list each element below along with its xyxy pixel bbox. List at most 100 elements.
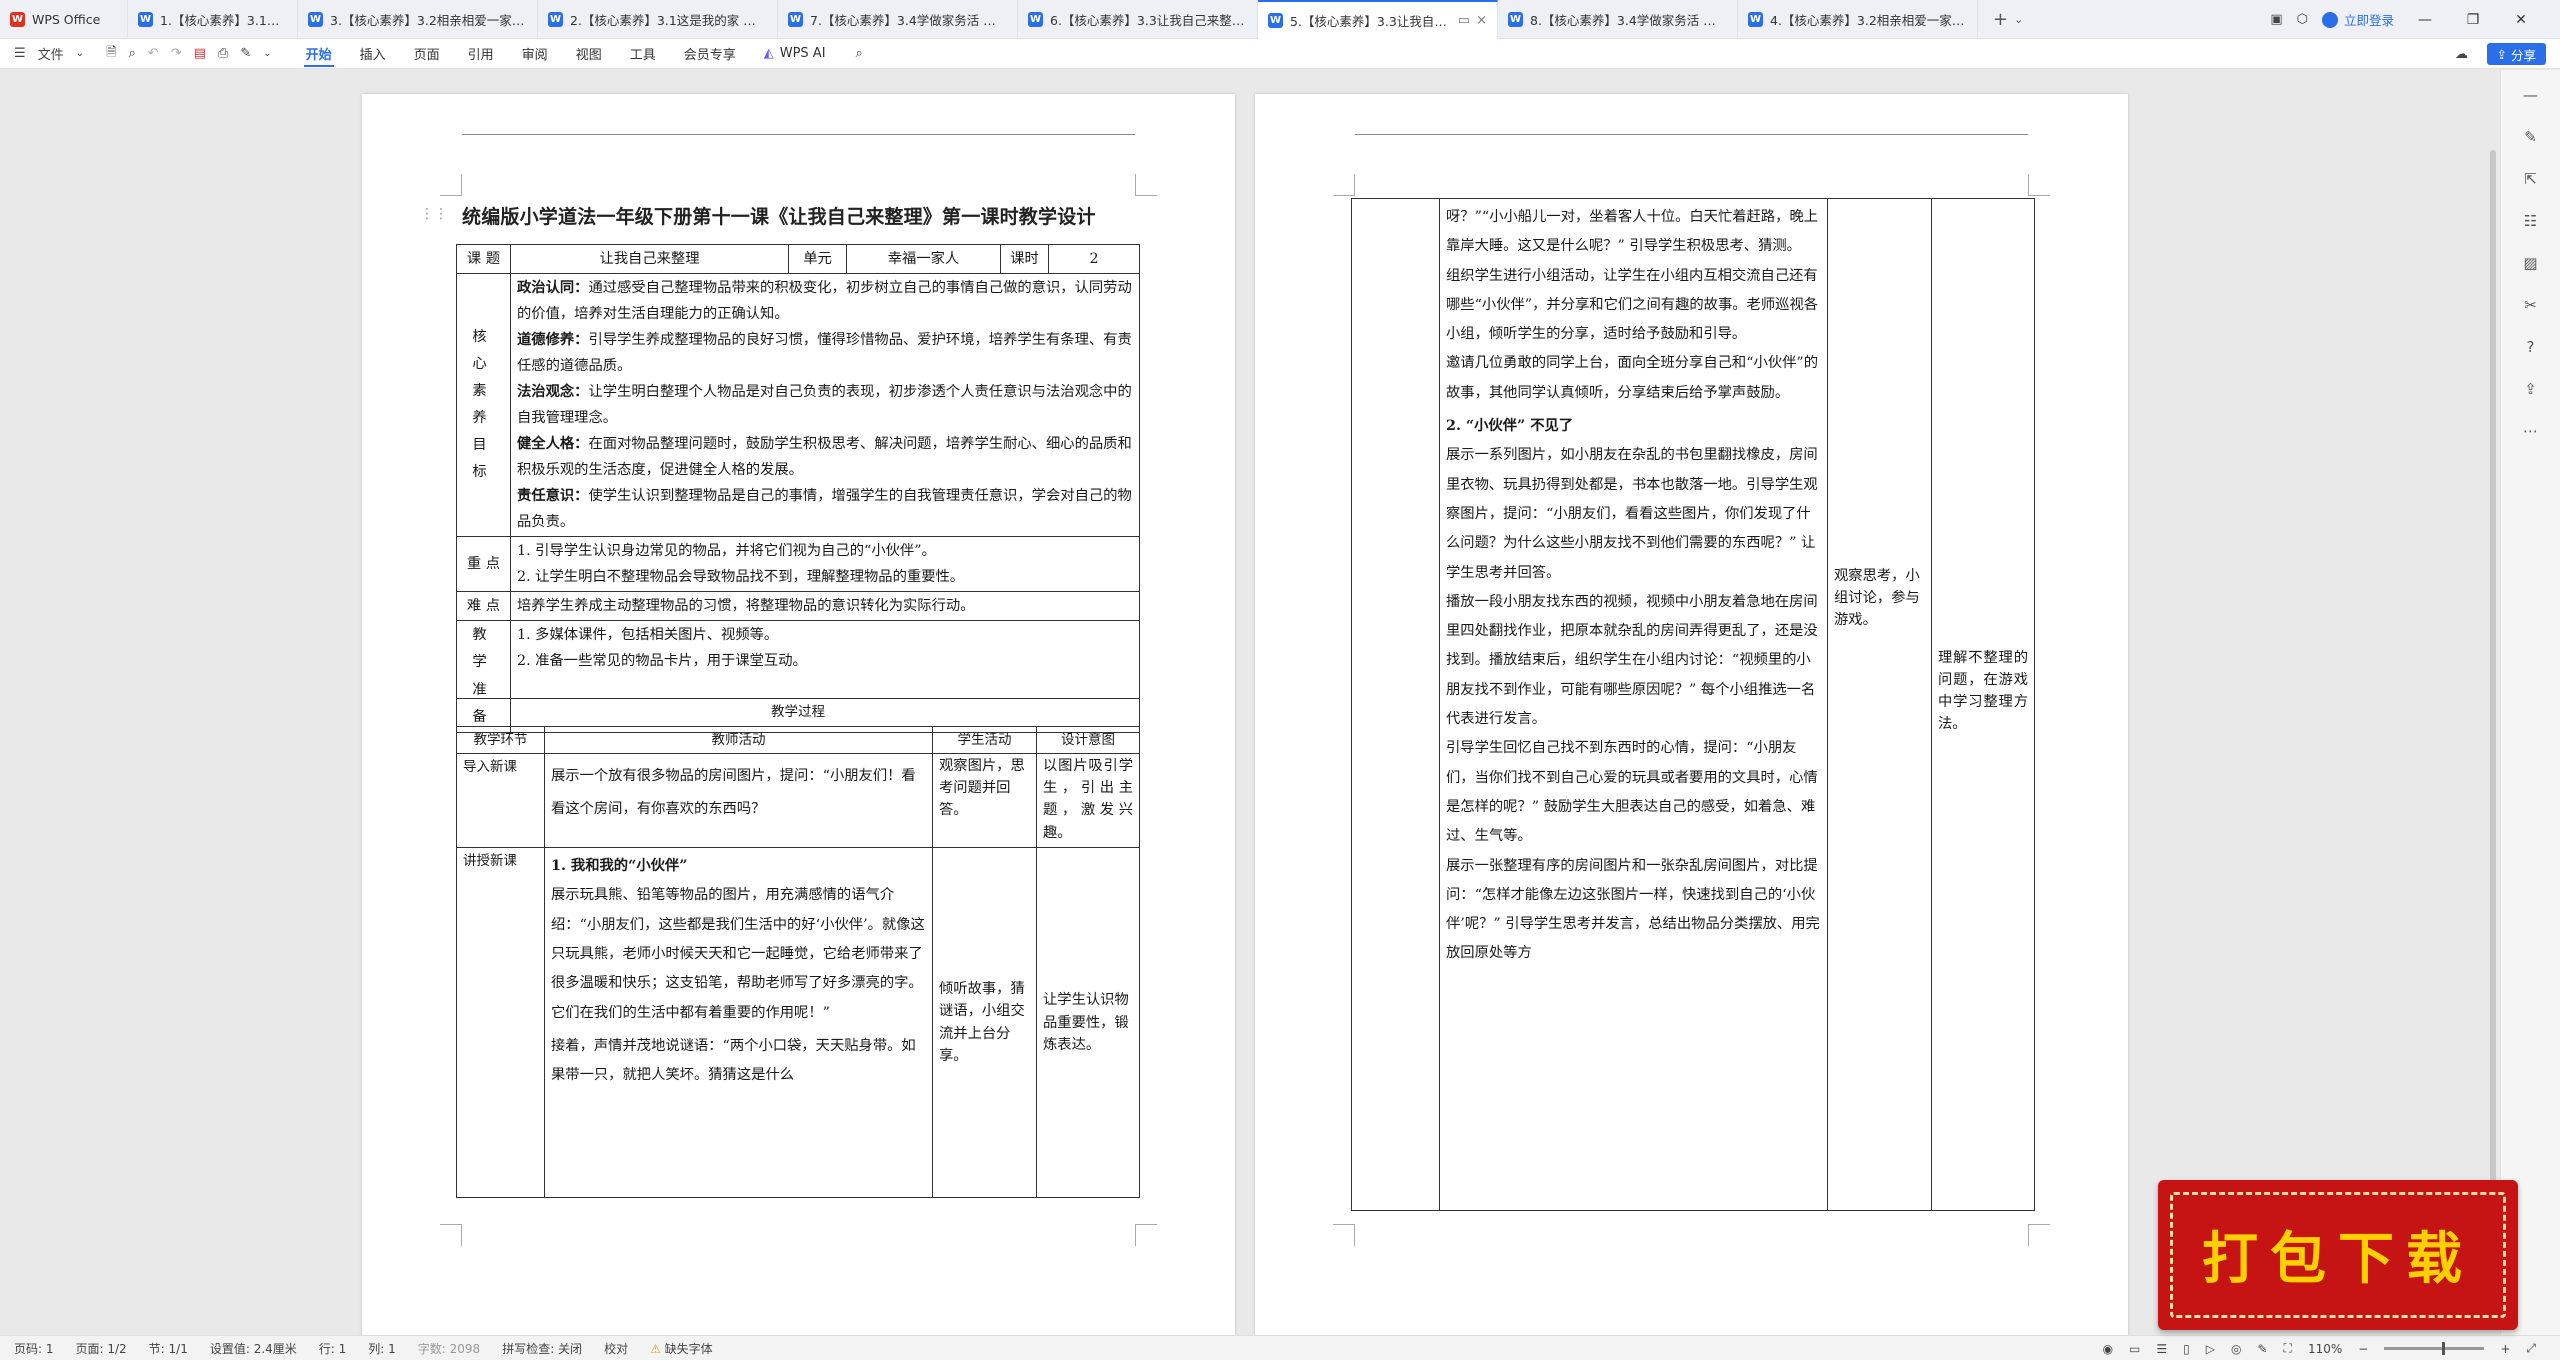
word-doc-icon: W	[1508, 11, 1523, 27]
page-2[interactable]: 呀？”“小小船儿一对，坐着客人十位。白天忙着赶路，晚上靠岸大睡。这又是什么呢？”…	[1255, 94, 2128, 1360]
outline-view-icon[interactable]: ☰	[2156, 1342, 2167, 1356]
goal-head: 法治观念：	[517, 384, 589, 401]
fullscreen-icon[interactable]: ⤢	[2526, 1341, 2536, 1356]
skin-icon[interactable]: ⬡	[2297, 12, 2308, 27]
redo-icon[interactable]: ↷	[165, 39, 188, 69]
tab-insert[interactable]: 插入	[346, 39, 400, 69]
page-1[interactable]: ⋮⋮ 统编版小学道法一年级下册第十一课《让我自己来整理》第一课时教学设计 课 题…	[362, 94, 1235, 1360]
help-icon[interactable]: ?	[2527, 338, 2535, 356]
window-layout-icon[interactable]: ▣	[2270, 12, 2282, 27]
file-menu[interactable]: 文件	[32, 39, 70, 69]
missing-font[interactable]: 缺失字体	[650, 1340, 713, 1357]
screen-icon[interactable]: ▭	[1458, 13, 1470, 28]
unit-label: 单元	[788, 243, 847, 275]
row-indicator[interactable]: 行: 1	[319, 1340, 347, 1357]
column-indicator[interactable]: 列: 1	[368, 1340, 396, 1357]
key-point: 2. 让学生明白不整理物品会导致物品找不到，理解整理物品的重要性。	[517, 569, 965, 586]
wps-logo-icon: W	[10, 11, 25, 27]
reading-view-icon[interactable]: ▯	[2183, 1342, 2190, 1356]
doc-tab[interactable]: W 2.【核心素养】3.1这是我的家 第2课时	[538, 0, 778, 39]
spell-check[interactable]: 拼写检查: 关闭	[502, 1340, 582, 1357]
proofread[interactable]: 校对	[604, 1340, 628, 1357]
goal-item: 道德修养：引导学生养成整理物品的良好习惯，懂得珍惜物品、爱护环境，培养学生有条理…	[517, 327, 1133, 379]
more-icon[interactable]: ⋯	[2523, 422, 2538, 440]
goal-head: 道德修养：	[517, 332, 589, 349]
section-count[interactable]: 节: 1/1	[149, 1340, 188, 1357]
tools-icon[interactable]: ✂	[2524, 296, 2537, 314]
print-icon[interactable]: ⎙	[212, 39, 234, 69]
new-tab-button[interactable]: + ⌄	[1978, 9, 2038, 30]
chevron-down-icon[interactable]: ⌄	[70, 39, 90, 69]
doc-tab[interactable]: W 7.【核心素养】3.4学做家务活 第1课时	[778, 0, 1018, 39]
word-count[interactable]: 字数: 2098	[418, 1340, 480, 1357]
page-view-icon[interactable]: ▭	[2129, 1342, 2140, 1356]
doc-tab[interactable]: W 6.【核心素养】3.3让我自己来整理 第2课时	[1018, 0, 1258, 39]
pen-icon[interactable]: ✎	[2257, 1342, 2267, 1356]
tab-review[interactable]: 审阅	[508, 39, 562, 69]
word-doc-icon: W	[308, 11, 323, 27]
pdf-icon[interactable]: ▤	[188, 39, 212, 69]
web-view-icon[interactable]: ◎	[2231, 1342, 2241, 1356]
format-painter-icon[interactable]: ✎	[234, 39, 257, 69]
undo-icon[interactable]: ↶	[142, 39, 165, 69]
save-icon[interactable]: 🗎	[100, 39, 122, 69]
vertical-scrollbar[interactable]	[2490, 150, 2496, 1190]
doc-tab[interactable]: W 1.【核心素养】3.1这是我的家 第1课时	[128, 0, 298, 39]
tab-home[interactable]: 开始	[292, 39, 346, 69]
goal-head: 健全人格：	[517, 436, 589, 453]
search-icon[interactable]: ⌕	[850, 39, 869, 69]
chevron-down-icon: ⌄	[2013, 12, 2024, 26]
avatar-icon	[2321, 11, 2338, 28]
zoom-in-icon[interactable]: +	[2500, 1342, 2510, 1356]
menu-icon[interactable]: ☰	[8, 39, 32, 69]
tab-member[interactable]: 会员专享	[670, 39, 750, 69]
share-button[interactable]: ⇪ 分享	[2486, 43, 2546, 65]
fit-icon[interactable]: ⛶	[2284, 1341, 2292, 1356]
zoom-out-icon[interactable]: −	[2358, 1342, 2368, 1356]
setting-value[interactable]: 设置值: 2.4厘米	[210, 1340, 297, 1357]
close-tab-icon[interactable]: ×	[1476, 13, 1487, 28]
download-banner[interactable]: 打包下载	[2158, 1180, 2518, 1330]
process-table: 教学过程 教学环节 教师活动 学生活动 设计意图 导入新课 展示一个放有很多物品…	[456, 698, 1140, 1199]
tab-tools[interactable]: 工具	[616, 39, 670, 69]
zoom-slider[interactable]	[2384, 1342, 2485, 1355]
wps-window: W WPS Office W 1.【核心素养】3.1这是我的家 第1课时 W 3…	[0, 0, 2560, 1360]
header-teacher: 教师活动	[544, 725, 933, 755]
page-count[interactable]: 页面: 1/2	[76, 1340, 127, 1357]
doc-tab[interactable]: W 3.【核心素养】3.2相亲相爱一家人 第1课时	[298, 0, 538, 39]
tab-view[interactable]: 视图	[562, 39, 616, 69]
document-workspace[interactable]: ⋮⋮ 统编版小学道法一年级下册第十一课《让我自己来整理》第一课时教学设计 课 题…	[0, 70, 2500, 1360]
eye-icon[interactable]: ◉	[2103, 1342, 2113, 1356]
picture-icon[interactable]: ▨	[2523, 254, 2537, 272]
doc-tab[interactable]: W 4.【核心素养】3.2相亲相爱一家人 第2课时	[1738, 0, 1978, 39]
collapse-icon[interactable]: —	[2523, 86, 2538, 104]
goals-label-text: 核心素养目标	[472, 328, 496, 481]
doc-tab-label: 1.【核心素养】3.1这是我的家 第1课时	[160, 12, 287, 28]
find-icon[interactable]: ⌕	[123, 39, 142, 69]
chevron-down-icon[interactable]: ⌄	[257, 39, 277, 69]
prep-item: 1. 多媒体课件，包括相关图片、视频等。	[517, 627, 779, 644]
pen-icon[interactable]: ✎	[2524, 128, 2537, 146]
wps-home-tab[interactable]: W WPS Office	[0, 0, 128, 39]
minimize-icon[interactable]: —	[2408, 12, 2442, 28]
cloud-icon[interactable]: ☁	[2449, 39, 2474, 69]
page-number[interactable]: 页码: 1	[14, 1340, 54, 1357]
zoom-level[interactable]: 110%	[2308, 1342, 2342, 1356]
drag-handle-icon[interactable]: ⋮⋮	[420, 206, 448, 222]
tab-wps-ai[interactable]: ◭ WPS AI	[750, 39, 840, 69]
table-row: 教学过程	[456, 698, 1140, 727]
settings-icon[interactable]: ☷	[2524, 212, 2537, 230]
close-window-icon[interactable]: ✕	[2504, 12, 2538, 28]
table-row: 重 点 1. 引导学生认识身边常见的物品，并将它们视为自己的“小伙伴”。 2. …	[456, 536, 1140, 593]
doc-tab-active[interactable]: W 5.【核心素养】3.3让我自己来 ▭ ×	[1258, 0, 1498, 39]
tab-page[interactable]: 页面	[400, 39, 454, 69]
restore-icon[interactable]: ❐	[2456, 12, 2490, 28]
tab-references[interactable]: 引用	[454, 39, 508, 69]
share-icon[interactable]: ⇪	[2524, 380, 2537, 398]
select-icon[interactable]: ⇱	[2524, 170, 2537, 188]
word-doc-icon: W	[138, 11, 153, 27]
doc-tab[interactable]: W 8.【核心素养】3.4学做家务活 第2课时	[1498, 0, 1738, 39]
play-icon[interactable]: ▷	[2206, 1342, 2215, 1356]
login-button[interactable]: 立即登录	[2321, 10, 2394, 29]
margin-corner	[2028, 174, 2050, 196]
